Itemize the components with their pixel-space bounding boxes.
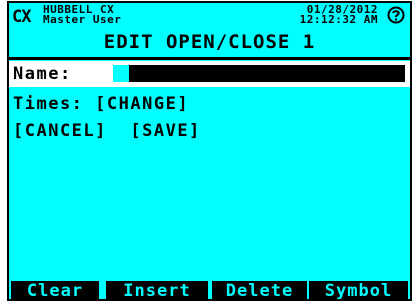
header-divider [9,57,410,60]
header-bar: CX HUBBELL CX Master User 01/28/2012 12:… [9,3,410,60]
help-icon[interactable] [387,6,405,24]
insert-softkey[interactable]: Insert [106,281,208,299]
times-label: Times: [13,94,84,114]
save-link[interactable]: [SAVE] [130,121,200,141]
name-row: Name: [9,61,410,87]
symbol-softkey[interactable]: Symbol [309,281,408,299]
delete-softkey[interactable]: Delete [212,281,307,299]
current-user: Master User [43,13,122,26]
page-title: EDIT OPEN/CLOSE 1 [103,31,316,53]
name-field[interactable] [129,65,405,82]
cx-logo: CX [12,7,32,27]
current-time: 12:12:32 AM [299,13,378,26]
times-row: Times: [CHANGE] [13,93,189,115]
name-label: Name: [13,64,72,84]
change-times-link[interactable]: [CHANGE] [95,94,189,114]
softkey-bar: Clear Insert Delete Symbol [9,281,410,299]
cancel-link[interactable]: [CANCEL] [13,121,107,141]
action-row: [CANCEL] [SAVE] [13,120,201,142]
device-screen: CX HUBBELL CX Master User 01/28/2012 12:… [7,1,412,301]
clear-softkey[interactable]: Clear [11,281,99,299]
